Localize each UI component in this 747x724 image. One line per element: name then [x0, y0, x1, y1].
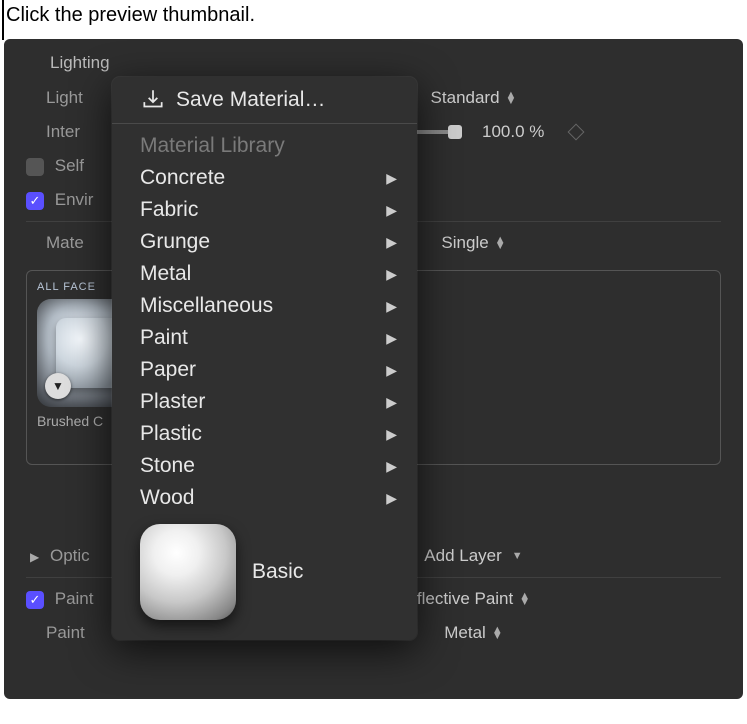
menu-basic-label: Basic	[252, 560, 303, 584]
paint-kind-dropdown[interactable]: Metal	[444, 623, 486, 643]
menu-basic[interactable]: Basic	[112, 514, 417, 634]
chevron-right-icon: ▶	[386, 426, 397, 443]
intensity-value[interactable]: 100.0 %	[482, 122, 544, 142]
menu-category-miscellaneous[interactable]: Miscellaneous ▶	[112, 290, 417, 322]
menu-category-label: Plastic	[140, 422, 202, 446]
basic-thumbnail	[140, 524, 236, 620]
menu-category-label: Stone	[140, 454, 195, 478]
menu-category-plaster[interactable]: Plaster ▶	[112, 386, 417, 418]
updown-icon[interactable]: ▲▼	[519, 593, 530, 605]
menu-category-paper[interactable]: Paper ▶	[112, 354, 417, 386]
menu-category-label: Plaster	[140, 390, 205, 414]
updown-icon[interactable]: ▲▼	[506, 92, 517, 104]
menu-category-label: Metal	[140, 262, 191, 286]
chevron-right-icon: ▶	[386, 458, 397, 475]
menu-category-grunge[interactable]: Grunge ▶	[112, 226, 417, 258]
slider-thumb[interactable]	[448, 125, 462, 139]
chevron-right-icon: ▶	[386, 490, 397, 507]
menu-save-material[interactable]: Save Material…	[112, 83, 417, 117]
menu-category-label: Miscellaneous	[140, 294, 273, 318]
lighting-style-dropdown[interactable]: Standard	[431, 88, 500, 108]
instruction-text: Click the preview thumbnail.	[0, 0, 747, 39]
keyframe-icon[interactable]	[568, 124, 585, 141]
label-self-shadow: Self	[55, 156, 84, 175]
menu-category-concrete[interactable]: Concrete ▶	[112, 162, 417, 194]
add-layer-dropdown[interactable]: Add Layer	[424, 546, 502, 566]
menu-category-label: Paint	[140, 326, 188, 350]
menu-category-paint[interactable]: Paint ▶	[112, 322, 417, 354]
env-reflect-checkbox[interactable]: ✓	[26, 192, 44, 210]
material-popup-menu: Save Material… Material Library Concrete…	[112, 77, 417, 640]
menu-category-label: Grunge	[140, 230, 210, 254]
chevron-right-icon: ▶	[386, 170, 397, 187]
menu-category-metal[interactable]: Metal ▶	[112, 258, 417, 290]
thumbnail-menu-icon[interactable]: ▼	[45, 373, 71, 399]
label-env-reflect: Envir	[55, 190, 94, 209]
section-lighting: Lighting	[26, 53, 721, 73]
chevron-right-icon: ▶	[386, 362, 397, 379]
menu-category-wood[interactable]: Wood ▶	[112, 482, 417, 514]
save-icon	[140, 87, 166, 113]
menu-category-stone[interactable]: Stone ▶	[112, 450, 417, 482]
chevron-right-icon: ▶	[386, 234, 397, 251]
chevron-right-icon: ▶	[386, 202, 397, 219]
menu-save-label: Save Material…	[176, 88, 325, 112]
material-panel: Lighting Light Standard ▲▼ Inter 100.0 %…	[4, 39, 743, 699]
menu-library-header: Material Library	[112, 130, 417, 162]
paint-type-dropdown[interactable]: flective Paint	[417, 589, 513, 609]
menu-category-plastic[interactable]: Plastic ▶	[112, 418, 417, 450]
chevron-right-icon: ▶	[386, 394, 397, 411]
menu-category-label: Paper	[140, 358, 196, 382]
chevron-right-icon: ▶	[386, 266, 397, 283]
self-shadow-checkbox[interactable]	[26, 158, 44, 176]
chevron-down-icon[interactable]: ▼	[512, 550, 523, 562]
menu-category-label: Concrete	[140, 166, 225, 190]
updown-icon[interactable]: ▲▼	[492, 627, 503, 639]
material-dropdown[interactable]: Single	[441, 233, 488, 253]
paint-checkbox[interactable]: ✓	[26, 591, 44, 609]
menu-category-fabric[interactable]: Fabric ▶	[112, 194, 417, 226]
chevron-right-icon: ▶	[386, 330, 397, 347]
label-options: Optic	[50, 546, 90, 565]
chevron-right-icon: ▶	[386, 298, 397, 315]
menu-category-label: Wood	[140, 486, 194, 510]
updown-icon[interactable]: ▲▼	[495, 237, 506, 249]
label-paint: Paint	[55, 589, 94, 608]
disclosure-icon[interactable]: ▶	[30, 550, 39, 564]
menu-category-label: Fabric	[140, 198, 198, 222]
